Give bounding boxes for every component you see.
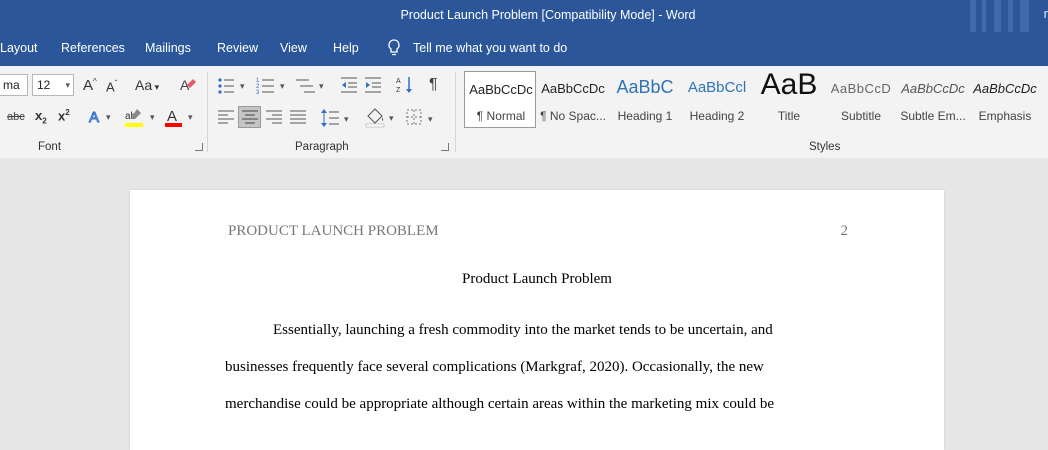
document-page[interactable]: PRODUCT LAUNCH PROBLEM 2 Product Launch … xyxy=(130,190,944,450)
svg-text:▾: ▾ xyxy=(319,81,324,91)
ribbon: ma 12 ▾ A^ Aˇ Aa ▾ A abc x2 x2 A ▾ ab ▾ … xyxy=(0,66,1048,159)
change-case-button[interactable]: Aa ▾ xyxy=(135,77,159,93)
increase-indent-icon[interactable] xyxy=(364,76,382,94)
style-label: Subtitle xyxy=(840,109,882,123)
title-bar-pattern xyxy=(948,0,1048,32)
style-heading-2[interactable]: AaBbCcl Heading 2 xyxy=(680,71,752,127)
page-number: 2 xyxy=(840,223,849,239)
window-title: Product Launch Problem [Compatibility Mo… xyxy=(400,8,696,22)
style-subtle-emphasis[interactable]: AaBbCcDc Subtle Em... xyxy=(896,71,968,127)
style-sample: AaB xyxy=(760,68,818,101)
align-center-icon xyxy=(242,110,258,124)
superscript-button[interactable]: x2 xyxy=(58,108,70,123)
style-label: Emphasis xyxy=(978,109,1032,123)
align-right-icon[interactable] xyxy=(265,109,283,125)
style-sample: AaBbCcD xyxy=(830,81,892,96)
body-line: merchandise could be appropriate althoug… xyxy=(225,396,774,412)
account-name[interactable]: r xyxy=(1044,6,1048,21)
style-normal[interactable]: AaBbCcDc ¶ Normal xyxy=(464,71,536,128)
tab-review[interactable]: Review xyxy=(217,41,258,55)
svg-text:▾: ▾ xyxy=(389,113,394,123)
font-size-box[interactable]: 12 ▾ xyxy=(32,74,74,96)
svg-text:Z: Z xyxy=(396,87,401,94)
grow-font-button[interactable]: A^ xyxy=(83,77,97,94)
tab-mailings[interactable]: Mailings xyxy=(145,41,191,55)
font-color-icon[interactable]: A ▾ xyxy=(164,107,196,129)
text-effects-icon[interactable]: A ▾ xyxy=(88,108,116,127)
svg-text:A: A xyxy=(396,78,401,85)
clear-formatting-icon[interactable]: A xyxy=(178,76,196,94)
sort-icon[interactable]: AZ xyxy=(396,75,414,95)
style-emphasis[interactable]: AaBbCcDc Emphasis xyxy=(968,71,1040,127)
style-label: Subtle Em... xyxy=(900,109,966,123)
borders-icon[interactable]: ▾ xyxy=(406,108,438,128)
style-sample: AaBbCcDc xyxy=(469,82,533,97)
numbering-icon[interactable]: 123 ▾ xyxy=(256,76,288,96)
svg-text:A: A xyxy=(89,109,99,126)
show-formatting-marks-button[interactable]: ¶ xyxy=(429,76,438,94)
chevron-down-icon: ▾ xyxy=(65,80,70,90)
tell-me-search[interactable]: Tell me what you want to do xyxy=(413,41,567,55)
style-subtitle[interactable]: AaBbCcD Subtitle xyxy=(824,71,896,127)
svg-text:▾: ▾ xyxy=(428,114,433,124)
style-label: ¶ No Spac... xyxy=(540,109,606,123)
style-label: Heading 1 xyxy=(617,109,673,123)
running-header: PRODUCT LAUNCH PROBLEM xyxy=(228,223,439,239)
svg-text:▾: ▾ xyxy=(240,81,245,91)
body-line: Essentially, launching a fresh commodity… xyxy=(273,322,773,338)
tab-view[interactable]: View xyxy=(280,41,307,55)
bullets-icon[interactable]: ▾ xyxy=(216,76,248,96)
style-sample: AaBbCcDc xyxy=(541,81,605,96)
svg-text:A: A xyxy=(167,108,177,125)
document-title: Product Launch Problem xyxy=(462,271,612,287)
strikethrough-button[interactable]: abc xyxy=(7,111,25,123)
style-label: Heading 2 xyxy=(689,109,745,123)
line-spacing-icon[interactable]: ▾ xyxy=(320,108,352,128)
tab-help[interactable]: Help xyxy=(333,41,359,55)
justify-icon[interactable] xyxy=(289,109,307,125)
align-center-button[interactable] xyxy=(238,106,261,128)
shrink-font-button[interactable]: Aˇ xyxy=(106,79,117,94)
svg-text:▾: ▾ xyxy=(106,112,111,122)
separator xyxy=(207,72,208,152)
align-left-icon[interactable] xyxy=(217,109,235,125)
title-bar: Product Launch Problem [Compatibility Mo… xyxy=(0,0,1048,32)
svg-text:▾: ▾ xyxy=(344,114,349,124)
shading-icon[interactable]: ▾ xyxy=(365,107,397,129)
paragraph-dialog-launcher[interactable] xyxy=(441,143,449,151)
style-no-spacing[interactable]: AaBbCcDc ¶ No Spac... xyxy=(536,71,608,127)
style-sample: AaBbCcDc xyxy=(901,81,965,96)
separator xyxy=(455,72,456,152)
svg-text:▾: ▾ xyxy=(280,81,285,91)
multilevel-list-icon[interactable]: ▾ xyxy=(295,76,327,96)
tab-layout[interactable]: Layout xyxy=(0,41,38,55)
font-dialog-launcher[interactable] xyxy=(195,143,203,151)
svg-text:▾: ▾ xyxy=(188,112,193,122)
styles-group-label: Styles xyxy=(809,141,841,153)
style-label: Title xyxy=(777,109,801,123)
style-sample: AaBbC xyxy=(616,77,674,97)
font-group-label: Font xyxy=(38,141,62,153)
subscript-button[interactable]: x2 xyxy=(35,108,47,126)
tab-references[interactable]: References xyxy=(61,41,125,55)
svg-text:3: 3 xyxy=(256,90,260,96)
font-size-value: 12 xyxy=(37,78,51,92)
style-heading-1[interactable]: AaBbC Heading 1 xyxy=(608,71,680,127)
decrease-indent-icon[interactable] xyxy=(340,76,358,94)
ribbon-tabs: Layout References Mailings Review View H… xyxy=(0,32,1048,66)
lightbulb-icon[interactable] xyxy=(387,39,401,57)
highlight-color-icon[interactable]: ab ▾ xyxy=(124,107,158,129)
svg-text:▾: ▾ xyxy=(150,112,155,122)
style-title[interactable]: AaB Title xyxy=(752,68,824,127)
paragraph-group-label: Paragraph xyxy=(295,141,349,153)
document-workspace: PRODUCT LAUNCH PROBLEM 2 Product Launch … xyxy=(0,158,1048,450)
font-name-box[interactable]: ma xyxy=(0,74,28,96)
style-sample: AaBbCcDc xyxy=(973,81,1037,96)
body-line: businesses frequently face several compl… xyxy=(225,359,764,375)
style-sample: AaBbCcl xyxy=(687,79,747,96)
style-label: ¶ Normal xyxy=(476,109,526,123)
